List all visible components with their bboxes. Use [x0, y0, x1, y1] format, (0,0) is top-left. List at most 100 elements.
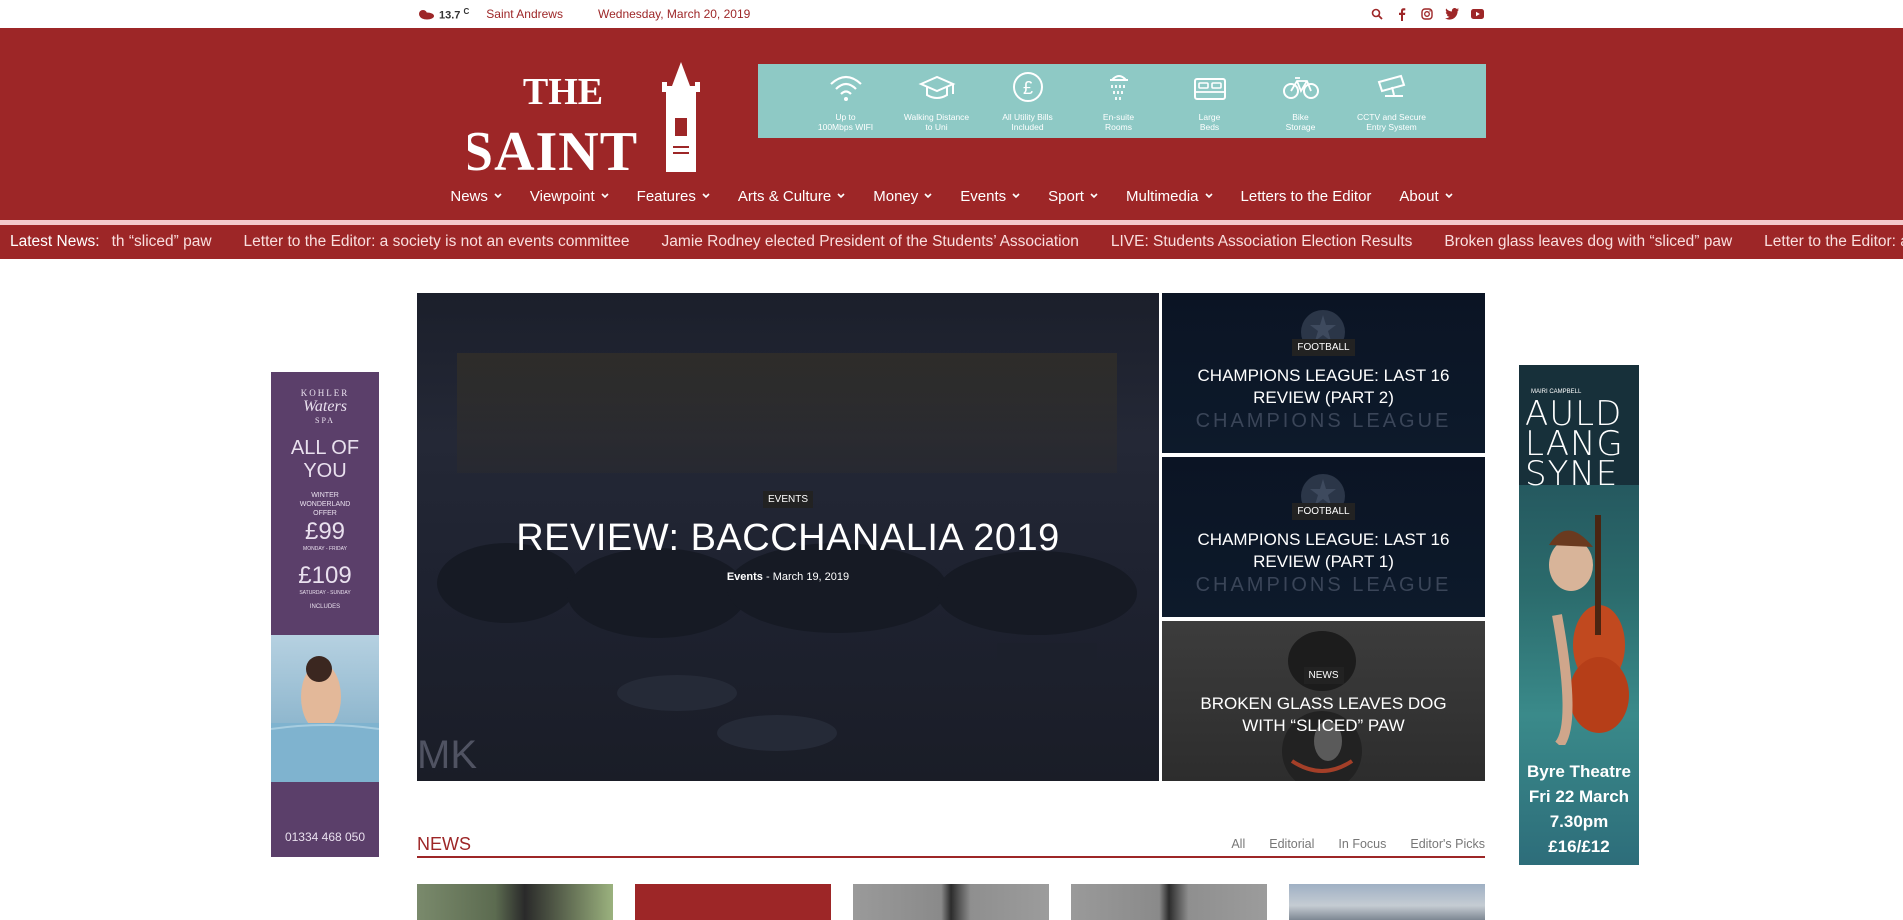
ad-event-info: Byre Theatre Fri 22 March 7.30pm £16/£12: [1519, 759, 1639, 859]
category-badge[interactable]: FOOTBALL: [1292, 339, 1355, 356]
ticker-item[interactable]: Letter to the Editor: a society is not a…: [244, 233, 630, 251]
featured-side-article[interactable]: FOOTBALL CHAMPIONS LEAGUE: LAST 16 REVIE…: [1162, 457, 1485, 617]
spa-brand-sub: SPA: [315, 416, 335, 425]
category-badge-wrap: FOOTBALL: [1162, 501, 1485, 520]
chevron-down-icon: [1012, 193, 1020, 199]
nav-item-about[interactable]: About: [1385, 178, 1466, 214]
category-badge[interactable]: FOOTBALL: [1292, 503, 1355, 520]
chevron-down-icon: [1445, 193, 1453, 199]
featured-side-article[interactable]: NEWS BROKEN GLASS LEAVES DOG WITH “SLICE…: [1162, 621, 1485, 781]
nav-item-viewpoint[interactable]: Viewpoint: [516, 178, 623, 214]
auld-lang-syne-ad[interactable]: MAIRI CAMPBELL AULD LANG SYNE Byre Theat…: [1519, 365, 1639, 865]
category-badge-wrap: FOOTBALL: [1162, 337, 1485, 356]
featured-title[interactable]: REVIEW: BACCHANALIA 2019: [417, 517, 1159, 560]
amenity-line-1: Up to: [835, 112, 856, 122]
filter-all[interactable]: All: [1231, 837, 1245, 851]
the-saint-logo[interactable]: THE SAINT: [468, 58, 708, 173]
bed-icon: [1193, 78, 1226, 100]
ticker-item[interactable]: Letter to the Editor: a: [1764, 233, 1903, 251]
category-badge-wrap: EVENTS: [417, 489, 1159, 508]
instagram-icon[interactable]: [1419, 6, 1435, 22]
featured-main-article[interactable]: EVENTS REVIEW: BACCHANALIA 2019 Events -…: [417, 293, 1159, 781]
meta-category[interactable]: Events: [727, 571, 763, 583]
nav-item-label: Arts & Culture: [737, 187, 832, 205]
nav-item-multimedia[interactable]: Multimedia: [1112, 178, 1227, 214]
spa-phone: 01334 468 050: [284, 830, 366, 844]
nav-item-label: Events: [960, 187, 1007, 205]
svg-text:£: £: [1022, 78, 1032, 98]
chevron-down-icon: [494, 193, 502, 199]
nav-item-money[interactable]: Money: [859, 178, 946, 214]
twitter-icon[interactable]: [1444, 6, 1460, 22]
side-article-title[interactable]: CHAMPIONS LEAGUE: LAST 16 REVIEW (PART 1…: [1162, 529, 1485, 573]
filter-in-focus[interactable]: In Focus: [1338, 837, 1386, 851]
shower-icon: [1109, 75, 1128, 100]
accommodation-ad-banner[interactable]: Up to 100Mbps WIFI Walking Distance to U…: [758, 64, 1486, 138]
amenity-line-1: Walking Distance: [903, 112, 970, 122]
date-label: Wednesday, March 20, 2019: [597, 7, 751, 21]
amenity-line-2: Beds: [1199, 122, 1220, 132]
location-label: Saint Andrews: [486, 7, 563, 21]
side-article-title[interactable]: BROKEN GLASS LEAVES DOG WITH “SLICED” PA…: [1162, 693, 1485, 737]
amenity-line-2: Included: [1011, 122, 1044, 132]
facebook-icon[interactable]: [1394, 6, 1410, 22]
ticker-item[interactable]: Jamie Rodney elected President of the St…: [662, 233, 1079, 251]
nav-item-news[interactable]: News: [436, 178, 516, 214]
search-icon[interactable]: [1369, 6, 1385, 22]
amenity-large-beds: Large Beds: [1164, 64, 1255, 138]
featured-side-article[interactable]: FOOTBALL CHAMPIONS LEAGUE: LAST 16 REVIE…: [1162, 293, 1485, 453]
top-bar: 13.7 C Saint Andrews Wednesday, March 20…: [0, 0, 1903, 28]
logo-line-1: THE: [523, 71, 603, 113]
category-badge[interactable]: NEWS: [1303, 667, 1344, 684]
chevron-down-icon: [1090, 193, 1098, 199]
amenity-walking-distance: Walking Distance to Uni: [891, 64, 982, 138]
nav-item-sport[interactable]: Sport: [1034, 178, 1112, 214]
news-thumbnail[interactable]: [417, 884, 613, 920]
temperature-unit: C: [463, 6, 470, 16]
nav-item-features[interactable]: Features: [623, 178, 724, 214]
site-header: THE SAINT Up to 100Mbps WIFI Walking Dis…: [0, 28, 1903, 220]
ad-venue: Byre Theatre: [1527, 762, 1631, 781]
nav-item-arts-culture[interactable]: Arts & Culture: [724, 178, 859, 214]
news-thumbnail[interactable]: [635, 884, 831, 920]
amenity-line-2: Entry System: [1366, 122, 1417, 132]
ad-time: 7.30pm: [1549, 812, 1609, 831]
ticker-item[interactable]: Broken glass leaves dog with “sliced” pa…: [1444, 233, 1732, 251]
spa-price-1: £99: [304, 518, 346, 545]
champions-league-watermark: CHAMPIONS LEAGUE: [1195, 410, 1452, 432]
news-thumbnail[interactable]: [853, 884, 1049, 920]
nav-item-label: Money: [873, 187, 919, 205]
meta-date: March 19, 2019: [772, 571, 850, 583]
nav-item-label: Sport: [1048, 187, 1084, 205]
ticker-label: Latest News:: [10, 233, 100, 250]
side-article-title[interactable]: CHAMPIONS LEAGUE: LAST 16 REVIEW (PART 2…: [1162, 365, 1485, 409]
spa-price-2-note: SATURDAY - SUNDAY: [299, 590, 351, 596]
amenity-line-2: Rooms: [1105, 122, 1132, 132]
amenity-utility-bills: £ All Utility Bills Included: [982, 64, 1073, 138]
category-badge[interactable]: EVENTS: [762, 491, 813, 508]
ad-date: Fri 22 March: [1528, 787, 1630, 806]
violin-illustration: [1549, 515, 1629, 745]
temperature: 13.7 C: [439, 7, 469, 22]
spa-ad[interactable]: KOHLER Waters SPA ALL OF YOU WINTER WOND…: [271, 372, 379, 857]
youtube-icon[interactable]: [1469, 6, 1485, 22]
social-links: [1369, 6, 1485, 22]
nav-item-events[interactable]: Events: [946, 178, 1034, 214]
nav-item-label: Letters to the Editor: [1240, 187, 1372, 205]
chevron-down-icon: [924, 193, 932, 199]
amenity-line-2: to Uni: [925, 122, 948, 132]
filter-editorial[interactable]: Editorial: [1269, 837, 1314, 851]
ticker-item[interactable]: LIVE: Students Association Election Resu…: [1111, 233, 1413, 251]
amenity-line-1: En-suite: [1102, 112, 1135, 122]
featured-grid: EVENTS REVIEW: BACCHANALIA 2019 Events -…: [417, 293, 1485, 781]
ad-title: AULD LANG SYNE: [1525, 397, 1633, 494]
ticker-item[interactable]: th “sliced” paw: [112, 233, 212, 251]
ad-title-line: SYNE: [1525, 454, 1619, 494]
news-thumbnail[interactable]: [1289, 884, 1485, 920]
news-section-header: NEWS All Editorial In Focus Editor's Pic…: [417, 832, 1485, 858]
concert-crowd-photo: [437, 543, 1137, 751]
spa-offer: WINTER WONDERLAND OFFER: [299, 492, 351, 517]
news-thumbnail[interactable]: [1071, 884, 1267, 920]
filter-editors-picks[interactable]: Editor's Picks: [1410, 837, 1485, 851]
nav-item-letters-to-the-editor[interactable]: Letters to the Editor: [1227, 178, 1386, 214]
